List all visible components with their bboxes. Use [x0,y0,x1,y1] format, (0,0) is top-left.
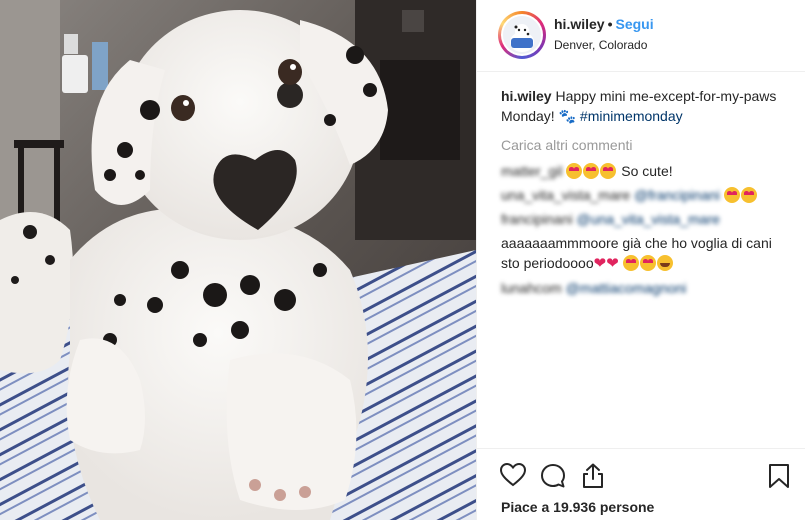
comment-item: una_vita_vista_mare @francipinani [501,185,791,205]
heart-eyes-emoji-icon [583,163,600,179]
likes-prefix: Piace a [501,499,550,515]
heart-eyes-emoji-icon [639,255,656,271]
comment-mention[interactable]: @una_vita_vista_mare [577,209,720,229]
separator-dot: • [607,16,613,32]
comment-item: lunahcom @mattiacomagnoni [501,278,791,298]
likes-suffix: persone [599,499,655,515]
comment-item: francipinani @una_vita_vista_mare [501,209,791,229]
post-details-panel: hi.wiley • Segui Denver, Colorado hi.wiley… [476,0,805,520]
follow-button[interactable]: Segui [615,16,653,32]
comments-section: hi.wiley Happy mini me-except-for-my-paw… [501,86,791,298]
comment-username[interactable]: lunahcom [501,278,562,298]
comment-item: matter_gil So cute! [501,161,791,181]
paw-emoji-icon: 🐾 [558,108,577,124]
post-username[interactable]: hi.wiley [554,16,605,32]
avatar[interactable] [498,11,546,59]
comment-username[interactable]: francipinani [501,209,573,229]
comment-username[interactable]: una_vita_vista_mare [501,185,630,205]
post-photo[interactable] [0,0,476,520]
heart-eyes-emoji-icon [600,163,617,179]
post-location[interactable]: Denver, Colorado [554,38,647,52]
laughing-emoji-icon [656,255,673,271]
post-caption: hi.wiley Happy mini me-except-for-my-paw… [501,86,791,126]
comment-text: So cute! [621,163,673,179]
comment-username[interactable]: matter_gil [501,161,562,181]
likes-number: 19.936 [553,499,596,515]
share-icon[interactable] [581,463,605,494]
caption-hashtag[interactable]: #minimemonday [580,108,683,124]
likes-count[interactable]: Piace a 19.936 persone [501,499,654,515]
red-heart-emoji-icon: ❤ [606,255,619,272]
post-actions: Piace a 19.936 persone [477,448,805,520]
post-header: hi.wiley • Segui Denver, Colorado [477,0,805,72]
bookmark-icon[interactable] [768,463,790,494]
load-more-comments-button[interactable]: Carica altri commenti [501,135,791,155]
heart-eyes-emoji-icon [723,187,740,203]
comment-item: aaaaaaammmoore già che ho voglia di cani… [501,233,791,274]
comment-mention[interactable]: @mattiacomagnoni [566,278,687,298]
heart-eyes-emoji-icon [622,255,639,271]
comment-username[interactable]: aaaaaaammmoore [501,235,619,251]
caption-username[interactable]: hi.wiley [501,88,552,104]
red-heart-emoji-icon: ❤ [593,255,607,272]
heart-eyes-emoji-icon [566,163,583,179]
avatar-image [503,16,541,54]
comment-icon[interactable] [540,463,566,494]
heart-icon[interactable] [499,462,527,492]
heart-eyes-emoji-icon [740,187,757,203]
username-row: hi.wiley • Segui [554,16,654,32]
comment-mention[interactable]: @francipinani [634,185,720,205]
